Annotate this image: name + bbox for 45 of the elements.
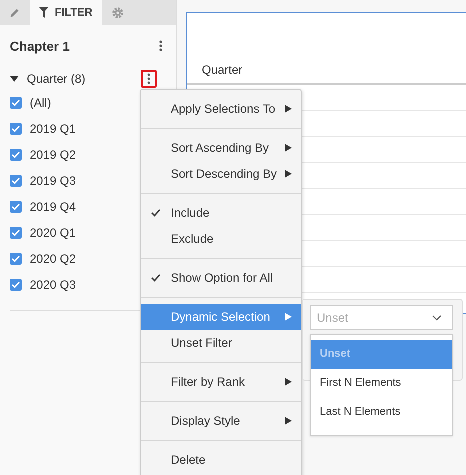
dropdown-option[interactable]: Last N Elements: [311, 398, 452, 427]
expand-caret-icon[interactable]: [10, 76, 19, 82]
submenu-arrow-icon: [285, 105, 292, 113]
filter-name: Quarter (8): [27, 72, 87, 86]
submenu-arrow-icon: [285, 144, 292, 152]
filter-option[interactable]: 2019 Q2: [30, 148, 76, 162]
menu-item[interactable]: Unset Filter: [141, 330, 301, 356]
chapter-title: Chapter 1: [10, 38, 70, 54]
menu-item[interactable]: Show Option for All: [141, 265, 301, 291]
menu-item[interactable]: Filter by Rank: [141, 369, 301, 395]
submenu-arrow-icon: [285, 170, 292, 178]
filter-option[interactable]: 2020 Q1: [30, 226, 76, 240]
submenu-arrow-icon: [285, 313, 292, 321]
menu-item[interactable]: Exclude: [141, 226, 301, 252]
settings-icon: [112, 6, 124, 18]
filter-option[interactable]: 2020 Q3: [30, 278, 76, 292]
checkbox[interactable]: [10, 201, 22, 213]
pencil-icon: [10, 6, 20, 18]
checkbox[interactable]: [10, 97, 22, 109]
filter-option[interactable]: 2020 Q2: [30, 252, 76, 266]
dropdown-option[interactable]: First N Elements: [311, 369, 452, 398]
more-icon: [147, 73, 151, 85]
chevron-down-icon: [432, 314, 442, 320]
checkbox[interactable]: [10, 227, 22, 239]
menu-item[interactable]: Sort Ascending By: [141, 135, 301, 161]
checkbox[interactable]: [10, 253, 22, 265]
filter-icon: [39, 7, 49, 18]
filter-option[interactable]: 2019 Q1: [30, 122, 76, 136]
filter-option[interactable]: 2019 Q4: [30, 200, 76, 214]
checkbox[interactable]: [10, 123, 22, 135]
menu-item[interactable]: Apply Selections To: [141, 96, 301, 122]
more-icon[interactable]: [159, 40, 163, 52]
checkbox[interactable]: [10, 175, 22, 187]
menu-item[interactable]: Sort Descending By: [141, 161, 301, 187]
panel-tab[interactable]: FILTER: [30, 0, 102, 25]
column-header: Quarter: [202, 63, 243, 77]
submenu-arrow-icon: [285, 378, 292, 386]
menu-item[interactable]: Delete: [141, 447, 301, 473]
checkbox[interactable]: [10, 279, 22, 291]
checkbox[interactable]: [10, 149, 22, 161]
filter-option[interactable]: 2019 Q3: [30, 174, 76, 188]
submenu-arrow-icon: [285, 417, 292, 425]
filter-option[interactable]: (All): [30, 96, 52, 110]
menu-item[interactable]: Include: [141, 200, 301, 226]
menu-item[interactable]: Display Style: [141, 408, 301, 434]
